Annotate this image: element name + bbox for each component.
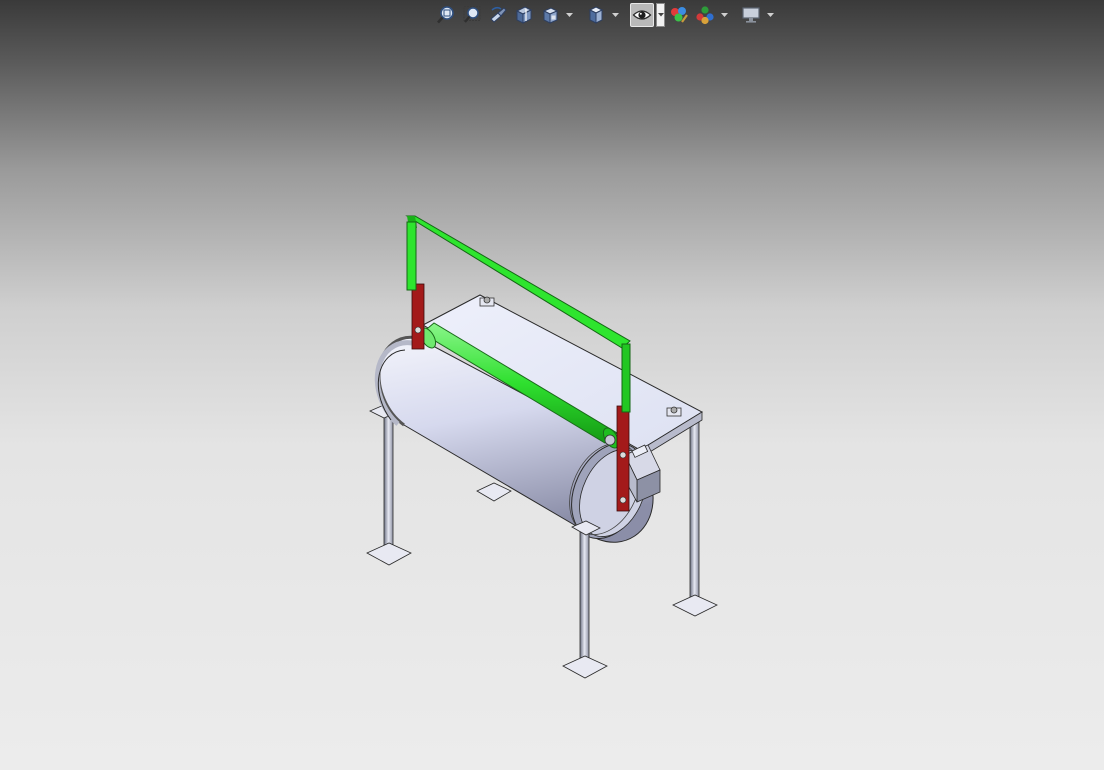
red-bracket-left[interactable]	[411, 283, 425, 350]
leg-front-left[interactable]	[366, 404, 412, 566]
leg-back-center[interactable]	[476, 482, 512, 502]
graphics-viewport[interactable]	[0, 0, 1104, 770]
leg-front-right[interactable]	[562, 520, 608, 679]
bolt-icon	[479, 296, 495, 307]
bolt-icon	[666, 406, 682, 417]
3d-model-render[interactable]	[0, 0, 1104, 770]
leg-back-right[interactable]	[672, 414, 718, 617]
